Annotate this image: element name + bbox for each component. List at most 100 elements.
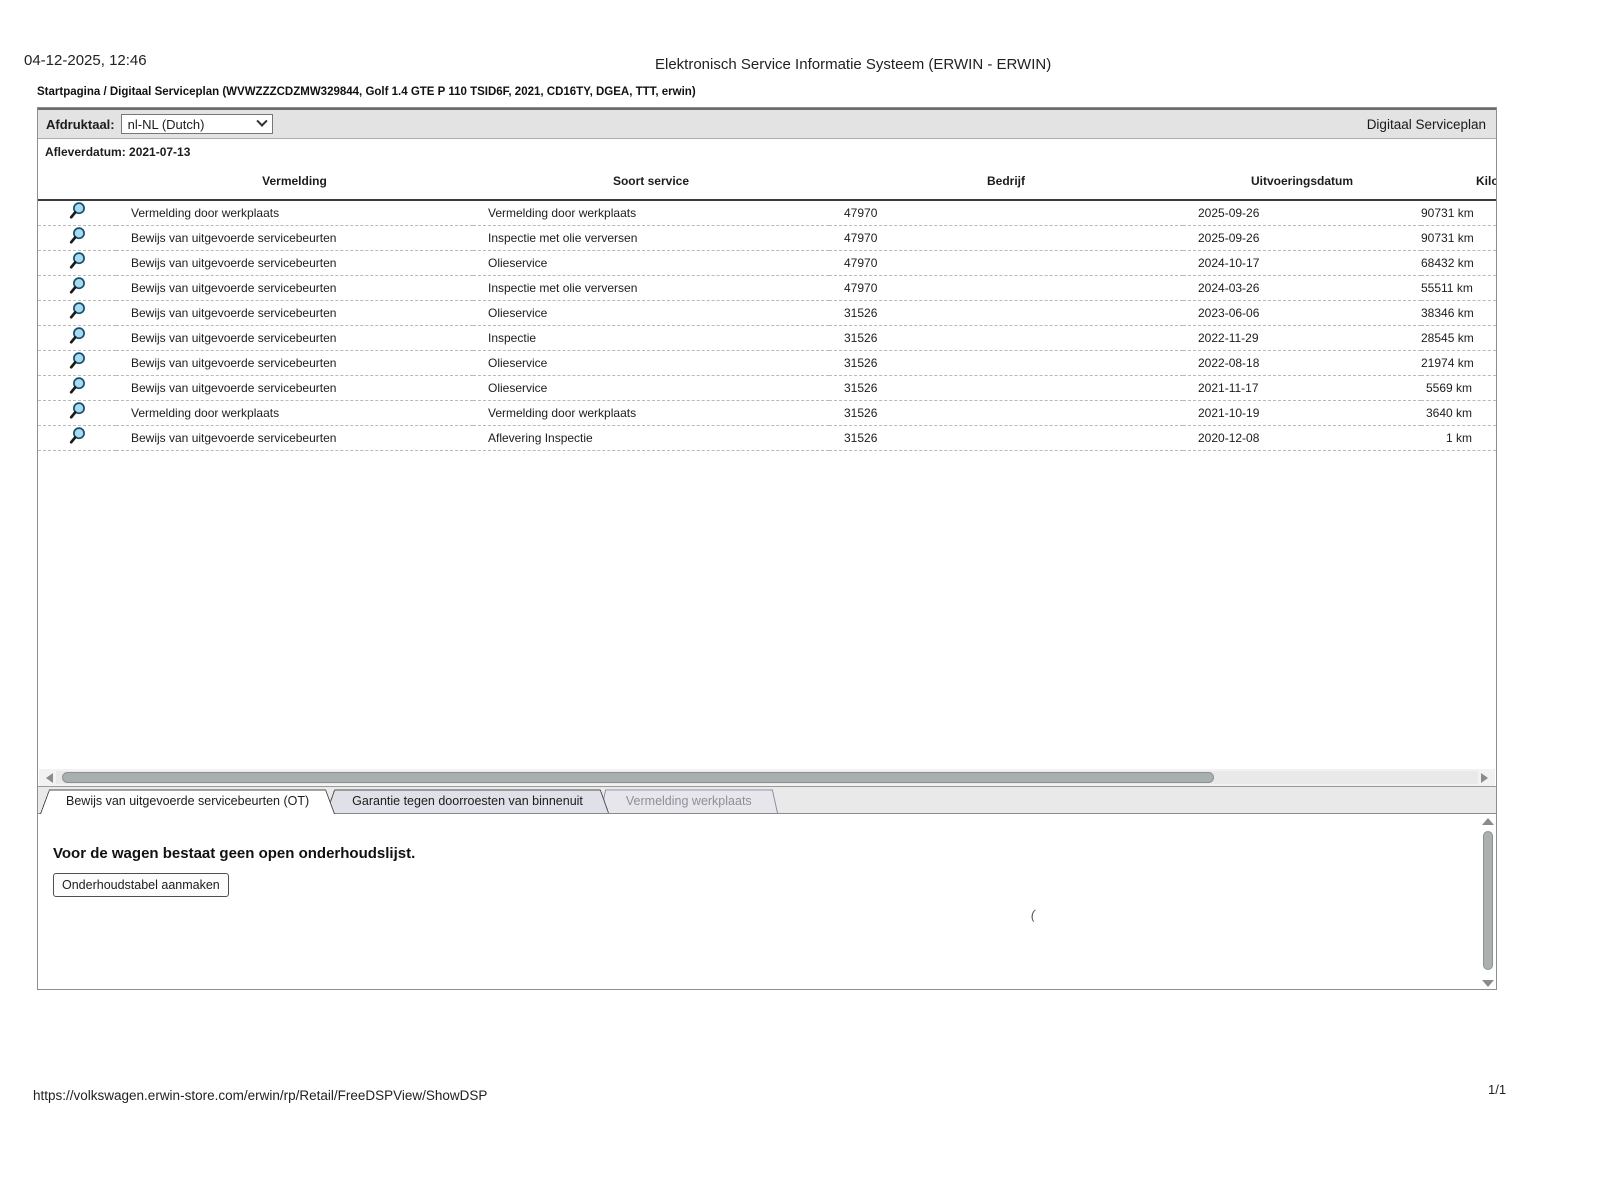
language-select-value: nl-NL (Dutch) <box>127 116 205 132</box>
tab-bewijs-servicebeurten[interactable]: Bewijs van uitgevoerde servicebeurten (O… <box>40 788 335 813</box>
row-detail-cell <box>38 225 116 251</box>
vertical-scrollbar-track[interactable] <box>1482 829 1494 976</box>
column-header-vermelding: Vermelding <box>116 162 473 201</box>
magnifier-icon[interactable] <box>68 251 87 271</box>
column-header-icon <box>38 162 116 201</box>
magnifier-icon[interactable] <box>68 301 87 321</box>
scroll-left-icon[interactable] <box>41 772 53 783</box>
table-row[interactable]: Bewijs van uitgevoerde servicebeurten In… <box>38 225 1496 251</box>
toolbar: Afdruktaal: nl-NL (Dutch) Digitaal Servi… <box>38 108 1496 139</box>
breadcrumb[interactable]: Startpagina / Digitaal Serviceplan (WVWZ… <box>37 86 696 98</box>
table-row[interactable]: Bewijs van uitgevoerde servicebeurten Ol… <box>38 350 1496 376</box>
column-header-bedrijf: Bedrijf <box>829 162 1183 201</box>
table-row[interactable]: Bewijs van uitgevoerde servicebeurten Ol… <box>38 250 1496 276</box>
cell-kilometerstand: 21974 km <box>1421 350 1496 376</box>
cell-uitvoeringsdatum: 2021-11-17 <box>1183 375 1421 401</box>
delivery-date: Afleverdatum: 2021-07-13 <box>45 145 191 159</box>
magnifier-icon[interactable] <box>68 326 87 346</box>
vertical-scrollbar[interactable] <box>1481 818 1495 987</box>
cell-bedrijf: 31526 <box>829 325 1183 351</box>
cell-vermelding: Bewijs van uitgevoerde servicebeurten <box>116 425 473 451</box>
magnifier-icon[interactable] <box>68 226 87 246</box>
vertical-scrollbar-thumb[interactable] <box>1483 831 1493 970</box>
no-open-maintenance-message: Voor de wagen bestaat geen open onderhou… <box>53 845 416 862</box>
cell-soort-service: Inspectie <box>473 325 829 351</box>
table-header-row: Vermelding Soort service Bedrijf Uitvoer… <box>38 162 1496 201</box>
page-title: Elektronisch Service Informatie Systeem … <box>655 56 1052 73</box>
table-row[interactable]: Bewijs van uitgevoerde servicebeurten Af… <box>38 425 1496 451</box>
cell-kilometerstand: 38346 km <box>1421 300 1496 326</box>
cell-vermelding: Bewijs van uitgevoerde servicebeurten <box>116 375 473 401</box>
tab-strip: Bewijs van uitgevoerde servicebeurten (O… <box>38 786 1496 814</box>
cell-soort-service: Inspectie met olie verversen <box>473 225 829 251</box>
cell-vermelding: Bewijs van uitgevoerde servicebeurten <box>116 350 473 376</box>
cell-bedrijf: 47970 <box>829 225 1183 251</box>
cell-vermelding: Bewijs van uitgevoerde servicebeurten <box>116 300 473 326</box>
chevron-down-icon <box>255 115 268 127</box>
cell-uitvoeringsdatum: 2024-03-26 <box>1183 275 1421 301</box>
cell-soort-service: Olieservice <box>473 375 829 401</box>
magnifier-icon[interactable] <box>68 426 87 446</box>
service-history-table: Vermelding Soort service Bedrijf Uitvoer… <box>38 162 1496 451</box>
cell-bedrijf: 31526 <box>829 425 1183 451</box>
row-detail-cell <box>38 400 116 426</box>
tab-content-panel: Voor de wagen bestaat geen open onderhou… <box>38 815 1496 989</box>
horizontal-scrollbar-track[interactable] <box>56 771 1478 784</box>
service-table-body: Vermelding door werkplaats Vermelding do… <box>38 200 1496 451</box>
cell-uitvoeringsdatum: 2022-08-18 <box>1183 350 1421 376</box>
cell-uitvoeringsdatum: 2023-06-06 <box>1183 300 1421 326</box>
scroll-down-icon[interactable] <box>1482 980 1494 987</box>
scroll-right-icon[interactable] <box>1481 772 1493 783</box>
table-row[interactable]: Vermelding door werkplaats Vermelding do… <box>38 400 1496 426</box>
cell-soort-service: Aflevering Inspectie <box>473 425 829 451</box>
print-page-number: 1/1 <box>1488 1082 1507 1097</box>
table-row[interactable]: Bewijs van uitgevoerde servicebeurten Ol… <box>38 300 1496 326</box>
magnifier-icon[interactable] <box>68 401 87 421</box>
cell-uitvoeringsdatum: 2024-10-17 <box>1183 250 1421 276</box>
cell-uitvoeringsdatum: 2022-11-29 <box>1183 325 1421 351</box>
magnifier-icon[interactable] <box>68 201 87 221</box>
cell-kilometerstand: 90731 km <box>1421 225 1496 251</box>
row-detail-cell <box>38 250 116 276</box>
tab-garantie-doorroesten[interactable]: Garantie tegen doorroesten van binnenuit <box>326 788 609 813</box>
row-detail-cell <box>38 425 116 451</box>
cell-kilometerstand: 90731 km <box>1421 200 1496 226</box>
horizontal-scrollbar-thumb[interactable] <box>61 772 1214 783</box>
cell-kilometerstand: 3640 km <box>1421 400 1496 426</box>
cell-soort-service: Inspectie met olie verversen <box>473 275 829 301</box>
row-detail-cell <box>38 200 116 226</box>
magnifier-icon[interactable] <box>68 351 87 371</box>
tab-vermelding-werkplaats[interactable]: Vermelding werkplaats <box>600 788 778 813</box>
cell-soort-service: Vermelding door werkplaats <box>473 200 829 226</box>
horizontal-scrollbar[interactable] <box>39 769 1495 786</box>
cell-kilometerstand: 5569 km <box>1421 375 1496 401</box>
row-detail-cell <box>38 325 116 351</box>
scroll-up-icon[interactable] <box>1482 818 1494 825</box>
panel-title: Digitaal Serviceplan <box>1366 116 1486 132</box>
magnifier-icon[interactable] <box>68 276 87 296</box>
cell-kilometerstand: 28545 km <box>1421 325 1496 351</box>
table-row[interactable]: Bewijs van uitgevoerde servicebeurten Ol… <box>38 375 1496 401</box>
cell-bedrijf: 47970 <box>829 200 1183 226</box>
table-row[interactable]: Bewijs van uitgevoerde servicebeurten In… <box>38 275 1496 301</box>
cell-vermelding: Bewijs van uitgevoerde servicebeurten <box>116 250 473 276</box>
magnifier-icon[interactable] <box>68 376 87 396</box>
cell-vermelding: Vermelding door werkplaats <box>116 200 473 226</box>
cell-soort-service: Olieservice <box>473 250 829 276</box>
cell-kilometerstand: 68432 km <box>1421 250 1496 276</box>
row-detail-cell <box>38 300 116 326</box>
cell-bedrijf: 47970 <box>829 275 1183 301</box>
cell-bedrijf: 31526 <box>829 350 1183 376</box>
cell-vermelding: Bewijs van uitgevoerde servicebeurten <box>116 275 473 301</box>
cell-vermelding: Vermelding door werkplaats <box>116 400 473 426</box>
create-maintenance-table-button[interactable]: Onderhoudstabel aanmaken <box>53 873 229 897</box>
cell-kilometerstand: 55511 km <box>1421 275 1496 301</box>
column-header-kilometerstand: Kilo <box>1421 162 1496 201</box>
cell-vermelding: Bewijs van uitgevoerde servicebeurten <box>116 325 473 351</box>
table-row[interactable]: Vermelding door werkplaats Vermelding do… <box>38 200 1496 226</box>
cell-soort-service: Vermelding door werkplaats <box>473 400 829 426</box>
language-select[interactable]: nl-NL (Dutch) <box>120 114 273 134</box>
language-label: Afdruktaal: <box>46 116 115 132</box>
table-row[interactable]: Bewijs van uitgevoerde servicebeurten In… <box>38 325 1496 351</box>
cell-soort-service: Olieservice <box>473 350 829 376</box>
